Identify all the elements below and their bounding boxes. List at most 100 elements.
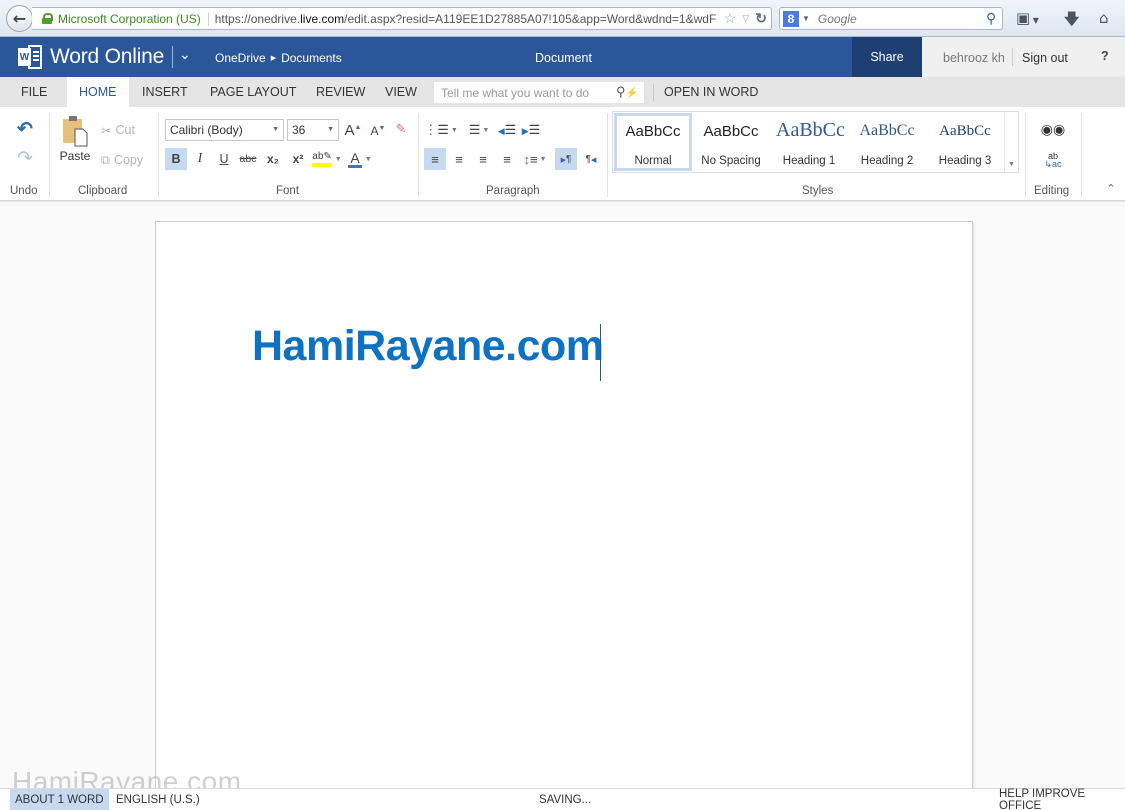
status-bar: ABOUT 1 WORD ENGLISH (U.S.) SAVING... HE… [0,788,1125,810]
style-no-spacing[interactable]: AaBbCc No Spacing [692,113,770,171]
font-color-icon: A [348,149,362,168]
right-to-left-icon: ¶◀ [585,153,597,165]
redo-icon: ↷ [17,147,33,169]
font-color-button[interactable]: A ▼ [346,148,374,170]
app-title[interactable]: Word Online [50,45,164,69]
paste-button[interactable]: Paste [58,113,92,165]
tell-me-search-icon: ⚲⚡ [616,84,638,99]
collapse-ribbon-button[interactable]: ⌃ [1104,181,1118,195]
document-text[interactable]: HamiRayane.com [252,322,604,371]
redo-button[interactable]: ↷ [13,147,37,169]
browser-toolbar: ← Microsoft Corporation (US) https://one… [0,0,1125,37]
increase-indent-button[interactable]: ▶☰ [522,121,541,139]
ribbon: ↶ ↷ Undo Paste ✂ Cut ⧉ Copy Clipboard Cali… [0,107,1125,201]
font-name-select[interactable]: Calibri (Body) ▼ [165,119,284,141]
google-engine-icon[interactable]: 8 [783,10,799,27]
chevron-down-icon: ▼ [482,126,490,134]
tab-page-layout[interactable]: PAGE LAYOUT [210,77,296,107]
binoculars-icon: ◉◉ [1040,120,1066,137]
line-spacing-icon: ↕≡ [523,151,538,167]
tab-review[interactable]: REVIEW [316,77,365,107]
undo-button[interactable]: ↶ [13,119,37,140]
engine-dropdown-icon[interactable]: ▼ [802,14,810,23]
back-button[interactable]: ← [6,5,33,32]
document-page[interactable]: HamiRayane.com [155,221,973,801]
sign-out-link[interactable]: Sign out [1022,51,1068,65]
app-launcher-chevron-icon[interactable]: ⌄ [179,46,191,63]
bullet-list-icon: ⋮ [424,122,438,137]
style-heading-1[interactable]: AaBbCc Heading 1 [770,113,848,171]
tab-view[interactable]: VIEW [385,77,417,107]
grow-font-button[interactable]: A▲ [344,121,362,139]
reload-icon[interactable]: ↻ [755,10,767,27]
history-dropdown-icon[interactable]: ▽ [742,13,749,24]
url-text[interactable]: https://onedrive.live.com/edit.aspx?resi… [215,12,720,26]
italic-button[interactable]: I [190,148,210,170]
site-identity[interactable]: Microsoft Corporation (US) [58,11,209,26]
style-heading-2[interactable]: AaBbCc Heading 2 [848,113,926,171]
browser-search-box[interactable]: 8 ▼ Google ⚲ [779,7,1003,30]
line-spacing-button[interactable]: ↕≡ ▼ [521,148,549,170]
home-icon[interactable]: ⌂ [1099,9,1109,27]
styles-more-button[interactable]: ▼ [1004,112,1018,172]
breadcrumb-onedrive[interactable]: OneDrive [215,51,266,65]
justify-button[interactable]: ≡ [497,148,517,170]
help-icon[interactable]: ? [1101,49,1109,63]
clear-formatting-button[interactable]: ✎ [392,120,410,138]
downloads-icon[interactable]: 🡇 [1064,9,1079,34]
tab-home[interactable]: HOME [67,77,129,107]
replace-button[interactable]: ab ↳ac [1043,150,1063,170]
style-normal[interactable]: AaBbCc Normal [614,113,692,171]
bookmarks-menu-icon[interactable]: ▣ ▼ [1016,9,1039,27]
highlighter-icon: ab✎ [312,151,332,167]
bold-button[interactable]: B [165,148,187,170]
font-size-select[interactable]: 36 ▼ [287,119,339,141]
search-icon[interactable]: ⚲ [986,10,996,27]
shrink-font-button[interactable]: A▼ [369,122,387,140]
tell-me-input[interactable]: Tell me what you want to do ⚲⚡ [434,82,644,103]
lock-icon [42,13,53,24]
help-improve-office-link[interactable]: HELP IMPROVE OFFICE [999,788,1125,810]
superscript-button[interactable]: x² [288,148,308,170]
word-count[interactable]: ABOUT 1 WORD [10,789,109,810]
subscript-button[interactable]: x₂ [263,148,283,170]
bookmark-star-icon[interactable]: ☆ [724,10,737,27]
align-center-button[interactable]: ≡ [449,148,469,170]
search-placeholder[interactable]: Google [818,12,986,26]
user-name[interactable]: behrooz kh [943,51,1005,65]
decrease-indent-icon: ◀☰ [497,122,517,137]
share-button[interactable]: Share [852,37,922,77]
language-status[interactable]: ENGLISH (U.S.) [116,789,200,810]
chevron-down-icon: ▼ [1008,161,1015,168]
ltr-button[interactable]: ▶¶ [555,148,577,170]
breadcrumb-documents[interactable]: Documents [281,51,342,65]
tab-file[interactable]: FILE [21,77,47,107]
tab-insert[interactable]: INSERT [142,77,188,107]
document-title[interactable]: Document [535,51,592,65]
copy-button[interactable]: ⧉ Copy [101,151,143,169]
group-label-styles: Styles [802,185,834,197]
cut-button[interactable]: ✂ Cut [101,121,135,139]
document-canvas[interactable]: HamiRayane.com [0,201,1125,801]
align-right-button[interactable]: ≡ [473,148,493,170]
strikethrough-button[interactable]: abc [237,148,259,170]
underline-button[interactable]: U [214,148,234,170]
ribbon-tab-bar: FILE HOME INSERT PAGE LAYOUT REVIEW VIEW… [0,77,1125,107]
bullets-button[interactable]: ⋮ ☰ ▼ [424,121,458,139]
header-divider [172,46,173,68]
open-in-word-button[interactable]: OPEN IN WORD [664,77,758,107]
numbering-button[interactable]: ☰ ▼ [464,121,494,139]
chevron-down-icon: ▼ [327,126,334,133]
group-label-undo: Undo [10,185,38,197]
align-left-button[interactable]: ≡ [424,148,446,170]
eraser-icon: ✎ [395,121,407,136]
decrease-indent-button[interactable]: ◀☰ [497,121,517,139]
highlight-color-button[interactable]: ab✎ ▼ [311,148,343,170]
scissors-icon: ✂ [101,123,112,138]
address-bar[interactable]: Microsoft Corporation (US) https://onedr… [32,7,772,30]
word-logo-icon[interactable]: W [18,45,42,69]
grow-font-icon: A▲ [344,121,362,139]
rtl-button[interactable]: ¶◀ [580,148,602,170]
find-button[interactable]: ◉◉ [1040,120,1066,138]
style-heading-3[interactable]: AaBbCc Heading 3 [926,113,1004,171]
